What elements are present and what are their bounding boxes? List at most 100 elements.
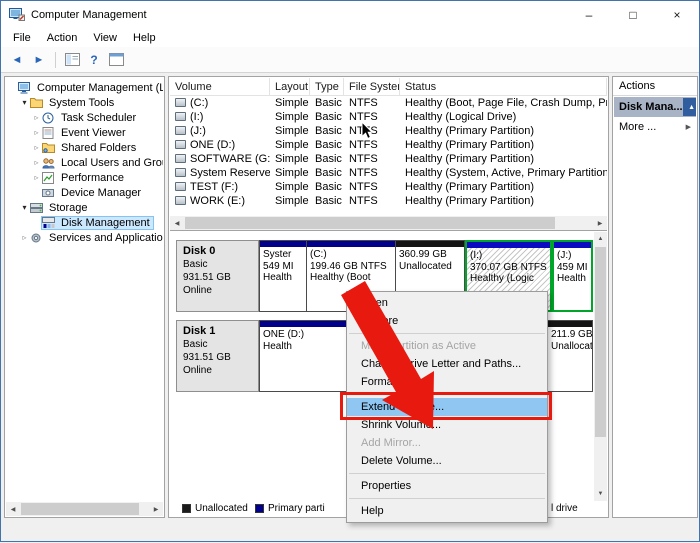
gear-icon <box>30 232 46 244</box>
scroll-down-icon[interactable]: ▼ <box>594 487 607 501</box>
tree-item-performance[interactable]: ▹ Performance <box>7 170 163 185</box>
tree-item-system-tools[interactable]: ▾ System Tools <box>7 95 163 110</box>
volume-drive-icon <box>175 112 186 121</box>
scrollbar-thumb[interactable] <box>185 217 555 229</box>
scrollbar-thumb[interactable] <box>595 247 606 437</box>
performance-chart-icon <box>42 172 58 184</box>
menu-item-shrink-volume[interactable]: Shrink Volume... <box>347 416 547 434</box>
volume-type: Basic <box>310 167 344 179</box>
volume-drive-icon <box>175 182 186 191</box>
volume-layout: Simple <box>270 111 310 123</box>
scroll-right-icon[interactable]: ▶ <box>593 216 607 230</box>
menu-item-help[interactable]: Help <box>347 502 547 520</box>
disk-1-label[interactable]: Disk 1 Basic 931.51 GB Online <box>176 320 259 392</box>
menu-item-explore[interactable]: Explore <box>347 312 547 330</box>
partition-unallocated-disk1[interactable]: 211.9 GB Unallocate <box>547 320 593 392</box>
tree-item-storage[interactable]: ▾ Storage <box>7 200 163 215</box>
menu-help[interactable]: Help <box>125 30 164 46</box>
chevron-collapsed-icon[interactable]: ▹ <box>31 143 42 152</box>
menu-file[interactable]: File <box>5 30 39 46</box>
column-header-layout[interactable]: Layout <box>270 78 310 95</box>
scroll-left-icon[interactable]: ◀ <box>170 216 184 230</box>
clock-icon <box>42 112 58 124</box>
menu-item-change-drive-letter[interactable]: Change Drive Letter and Paths... <box>347 355 547 373</box>
menu-item-delete-volume[interactable]: Delete Volume... <box>347 452 547 470</box>
partition-system-reserved[interactable]: Syster 549 MI Health <box>259 240 307 312</box>
help-icon[interactable]: ? <box>85 51 103 69</box>
close-icon[interactable]: × <box>655 1 699 28</box>
volume-row[interactable]: (C:) Simple Basic NTFS Healthy (Boot, Pa… <box>170 96 607 110</box>
chevron-collapsed-icon[interactable]: ▹ <box>19 233 30 242</box>
tree-item-event-viewer[interactable]: ▹ Event Viewer <box>7 125 163 140</box>
device-manager-icon <box>42 187 58 199</box>
volume-row[interactable]: ONE (D:) Simple Basic NTFS Healthy (Prim… <box>170 138 607 152</box>
chevron-collapsed-icon[interactable]: ▹ <box>31 128 42 137</box>
tree-item-local-users-and-groups[interactable]: ▹ Local Users and Groups <box>7 155 163 170</box>
scroll-up-icon[interactable]: ▲ <box>594 232 607 246</box>
chevron-right-icon: ▶ <box>686 123 691 131</box>
volume-layout: Simple <box>270 167 310 179</box>
tree-item-disk-management[interactable]: Disk Management <box>7 215 163 230</box>
volume-row[interactable]: (I:) Simple Basic NTFS Healthy (Logical … <box>170 110 607 124</box>
chevron-collapsed-icon[interactable]: ▹ <box>31 158 42 167</box>
tree-item-device-manager[interactable]: Device Manager <box>7 185 163 200</box>
disk-view-vertical-scrollbar: ▲ ▼ <box>594 232 607 501</box>
menu-item-properties[interactable]: Properties <box>347 477 547 495</box>
scroll-left-icon[interactable]: ◀ <box>6 502 20 516</box>
volume-status: Healthy (Boot, Page File, Crash Dump, Pr… <box>400 97 607 109</box>
actions-more-item[interactable]: More ... ▶ <box>614 118 696 136</box>
tree-item-services-and-applications[interactable]: ▹ Services and Applications <box>7 230 163 245</box>
collapse-section-icon[interactable]: ▲ <box>683 98 696 116</box>
menu-action[interactable]: Action <box>39 30 86 46</box>
partition-one-d[interactable]: ONE (D:) Health <box>259 320 347 392</box>
menu-item-extend-volume[interactable]: Extend Volume... <box>347 398 547 416</box>
chevron-expanded-icon[interactable]: ▾ <box>19 98 30 107</box>
actions-section-disk-management[interactable]: Disk Mana... ▲ <box>614 97 696 117</box>
unallocated-legend-swatch <box>182 504 191 513</box>
chevron-collapsed-icon[interactable]: ▹ <box>31 113 42 122</box>
volume-drive-icon <box>175 126 186 135</box>
column-header-file-system[interactable]: File System <box>344 78 400 95</box>
minimize-icon[interactable]: – <box>567 1 611 28</box>
forward-icon[interactable]: ► <box>30 51 48 69</box>
column-header-volume[interactable]: Volume <box>170 78 270 95</box>
volume-row[interactable]: SOFTWARE (G:) Simple Basic NTFS Healthy … <box>170 152 607 166</box>
volume-row[interactable]: System Reserved Simple Basic NTFS Health… <box>170 166 607 180</box>
console-tree: Computer Management (Local ▾ System Tool… <box>7 80 163 501</box>
menu-separator <box>349 394 545 395</box>
disk-0-label[interactable]: Disk 0 Basic 931.51 GB Online <box>176 240 259 312</box>
menu-item-open[interactable]: Open <box>347 294 547 312</box>
volume-list-header: Volume Layout Type File System Status <box>170 78 607 96</box>
toolbar-separator <box>55 52 56 68</box>
tree-item-computer-management[interactable]: Computer Management (Local <box>7 80 163 95</box>
tree-item-task-scheduler[interactable]: ▹ Task Scheduler <box>7 110 163 125</box>
column-header-status[interactable]: Status <box>400 78 607 95</box>
partition-context-menu: Open Explore Mark Partition as Active Ch… <box>346 291 548 523</box>
volume-row[interactable]: TEST (F:) Simple Basic NTFS Healthy (Pri… <box>170 180 607 194</box>
maximize-icon[interactable]: □ <box>611 1 655 28</box>
show-hide-tree-icon[interactable] <box>63 51 81 69</box>
volume-row[interactable]: WORK (E:) Simple Basic NTFS Healthy (Pri… <box>170 194 607 208</box>
tree-item-label: Task Scheduler <box>58 112 139 124</box>
partition-j[interactable]: (J:) 459 MI Health <box>552 240 593 312</box>
volume-fs: NTFS <box>344 153 400 165</box>
volume-row[interactable]: (J:) Simple Basic NTFS Healthy (Primary … <box>170 124 607 138</box>
menu-view[interactable]: View <box>85 30 125 46</box>
scroll-right-icon[interactable]: ▶ <box>149 502 163 516</box>
primary-partition-legend-swatch <box>255 504 264 513</box>
tree-item-label: Shared Folders <box>58 142 139 154</box>
console-window-icon[interactable] <box>107 51 125 69</box>
volume-name: System Reserved <box>190 167 270 179</box>
volume-status: Healthy (Primary Partition) <box>400 139 607 151</box>
folder-icon <box>30 97 46 108</box>
column-header-type[interactable]: Type <box>310 78 344 95</box>
back-icon[interactable]: ◄ <box>8 51 26 69</box>
scrollbar-thumb[interactable] <box>21 503 139 515</box>
volume-list-horizontal-scrollbar: ◀ ▶ <box>170 216 607 230</box>
volume-type: Basic <box>310 153 344 165</box>
chevron-collapsed-icon[interactable]: ▹ <box>31 173 42 182</box>
tree-item-shared-folders[interactable]: ▹ Shared Folders <box>7 140 163 155</box>
menu-item-format[interactable]: Format... <box>347 373 547 391</box>
chevron-expanded-icon[interactable]: ▾ <box>19 203 30 212</box>
volume-layout: Simple <box>270 97 310 109</box>
